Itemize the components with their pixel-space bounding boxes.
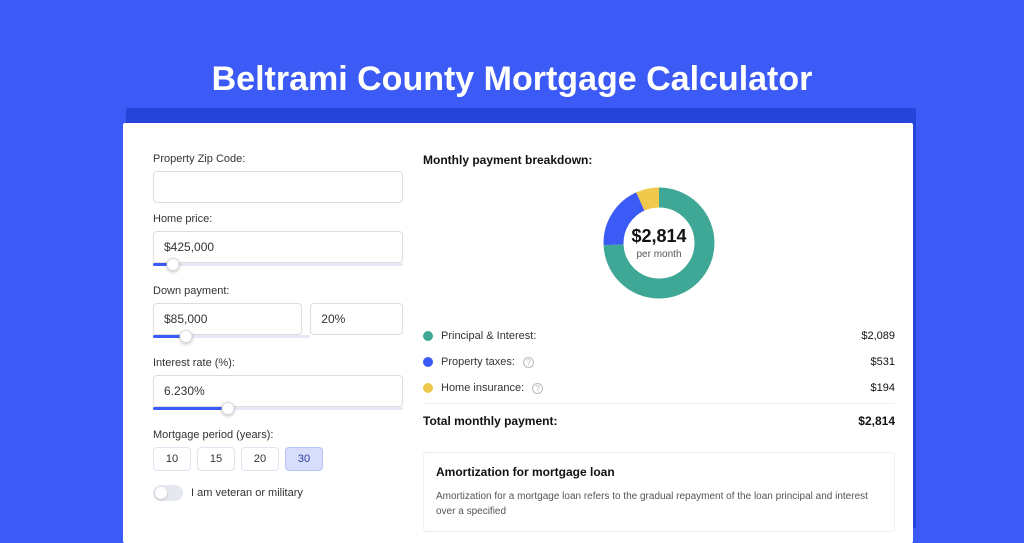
legend-value: $531 [871, 356, 895, 368]
breakdown-column: Monthly payment breakdown: $2,814 per mo… [423, 153, 895, 543]
donut-wrap: $2,814 per month [423, 183, 895, 303]
amortization-text: Amortization for a mortgage loan refers … [436, 489, 882, 519]
calculator-card: Property Zip Code: Home price: Down paym… [123, 123, 913, 543]
legend-value: $194 [871, 382, 895, 394]
period-group: Mortgage period (years): 10152030 [153, 429, 403, 471]
legend-dot-blue [423, 357, 433, 367]
period-option-15[interactable]: 15 [197, 447, 235, 471]
amortization-box: Amortization for mortgage loan Amortizat… [423, 452, 895, 532]
legend-value: $2,089 [861, 330, 895, 342]
home-price-input[interactable] [153, 231, 403, 263]
home-price-group: Home price: [153, 213, 403, 275]
down-payment-slider[interactable] [153, 335, 311, 347]
zip-label: Property Zip Code: [153, 153, 403, 165]
home-price-label: Home price: [153, 213, 403, 225]
legend: Principal & Interest: $2,089 Property taxe… [423, 323, 895, 401]
interest-group: Interest rate (%): [153, 357, 403, 419]
total-label: Total monthly payment: [423, 414, 557, 428]
legend-dot-green [423, 331, 433, 341]
down-payment-amount-input[interactable] [153, 303, 302, 335]
interest-label: Interest rate (%): [153, 357, 403, 369]
legend-label: Home insurance: [441, 382, 524, 394]
legend-dot-yellow [423, 383, 433, 393]
period-option-30[interactable]: 30 [285, 447, 323, 471]
veteran-toggle[interactable] [153, 485, 183, 501]
donut-chart: $2,814 per month [599, 183, 719, 303]
help-icon[interactable]: ? [523, 357, 534, 368]
period-option-20[interactable]: 20 [241, 447, 279, 471]
total-value: $2,814 [858, 414, 895, 428]
help-icon[interactable]: ? [532, 383, 543, 394]
legend-row-0: Principal & Interest: $2,089 [423, 323, 895, 349]
inputs-column: Property Zip Code: Home price: Down paym… [153, 153, 403, 543]
legend-row-2: Home insurance:? $194 [423, 375, 895, 401]
veteran-row: I am veteran or military [153, 485, 403, 501]
interest-input[interactable] [153, 375, 403, 407]
total-row: Total monthly payment: $2,814 [423, 403, 895, 438]
zip-input[interactable] [153, 171, 403, 203]
donut-amount: $2,814 [631, 226, 686, 247]
legend-label: Property taxes: [441, 356, 515, 368]
down-payment-label: Down payment: [153, 285, 403, 297]
interest-slider[interactable] [153, 407, 403, 419]
zip-field-group: Property Zip Code: [153, 153, 403, 203]
period-label: Mortgage period (years): [153, 429, 403, 441]
legend-row-1: Property taxes:? $531 [423, 349, 895, 375]
amortization-title: Amortization for mortgage loan [436, 465, 882, 479]
page-title: Beltrami County Mortgage Calculator [0, 0, 1024, 99]
home-price-slider-thumb[interactable] [167, 258, 180, 271]
breakdown-title: Monthly payment breakdown: [423, 153, 895, 167]
veteran-toggle-knob [155, 487, 167, 499]
interest-slider-thumb[interactable] [222, 402, 235, 415]
down-payment-slider-thumb[interactable] [180, 330, 193, 343]
veteran-label: I am veteran or military [191, 487, 303, 499]
donut-center: $2,814 per month [599, 183, 719, 303]
home-price-slider[interactable] [153, 263, 403, 275]
donut-sub: per month [636, 249, 681, 260]
legend-label: Principal & Interest: [441, 330, 536, 342]
period-options: 10152030 [153, 447, 403, 471]
down-payment-percent-input[interactable] [310, 303, 403, 335]
down-payment-group: Down payment: [153, 285, 403, 347]
period-option-10[interactable]: 10 [153, 447, 191, 471]
